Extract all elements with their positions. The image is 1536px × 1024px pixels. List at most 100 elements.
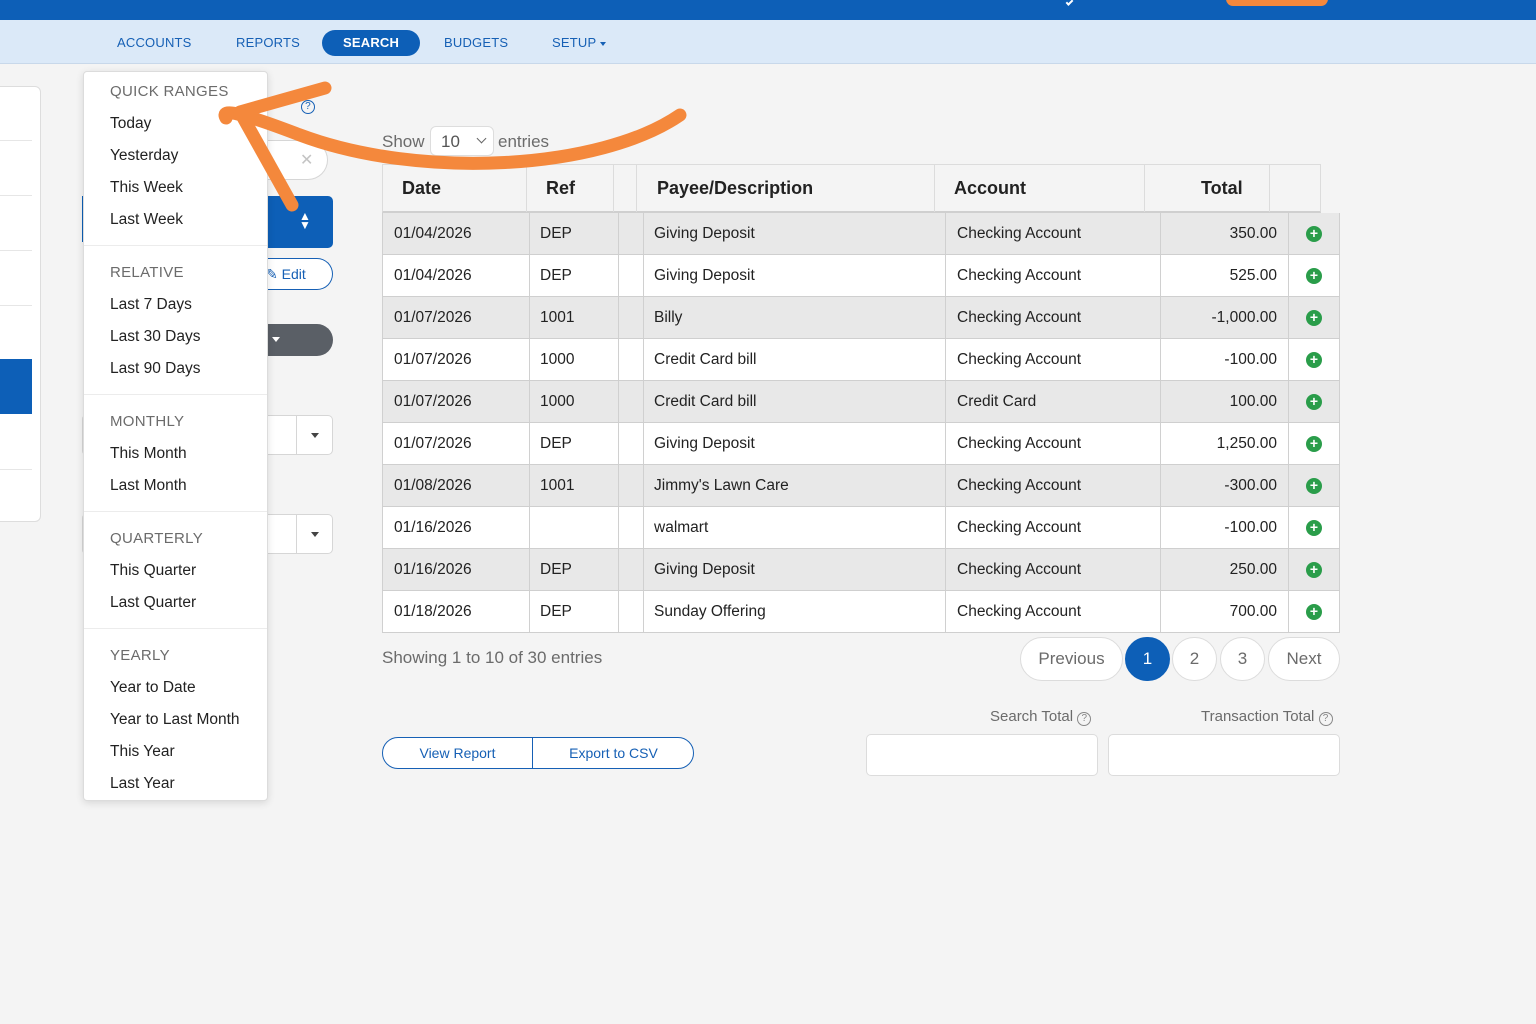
plus-circle-icon[interactable]: +: [1306, 226, 1322, 242]
search-total-label: Search Total ?: [990, 708, 1092, 726]
top-action-button[interactable]: [1226, 0, 1328, 6]
table-row[interactable]: 01/08/2026 1001 Jimmy's Lawn Care Checki…: [382, 465, 1340, 507]
cell-separator: [1288, 507, 1289, 548]
menu-item-this-month[interactable]: This Month: [110, 445, 187, 463]
table-row[interactable]: 01/07/2026 DEP Giving Deposit Checking A…: [382, 423, 1340, 465]
edit-button-label: Edit: [281, 266, 306, 282]
table-row[interactable]: 01/18/2026 DEP Sunday Offering Checking …: [382, 591, 1340, 633]
caret-down-icon: [311, 433, 319, 438]
sidebar-item-active[interactable]: [0, 359, 32, 414]
cell-separator: [618, 591, 619, 632]
plus-circle-icon[interactable]: +: [1306, 478, 1322, 494]
cell-ref: 1001: [540, 477, 575, 494]
cell-separator: [643, 465, 644, 506]
view-report-button[interactable]: View Report: [383, 738, 532, 768]
plus-circle-icon[interactable]: +: [1306, 310, 1322, 326]
plus-circle-icon[interactable]: +: [1306, 394, 1322, 410]
cell-separator: [1160, 213, 1161, 254]
column-header-ref[interactable]: Ref: [546, 165, 575, 212]
menu-item-last-30-days[interactable]: Last 30 Days: [110, 328, 200, 346]
cell-separator: [1288, 297, 1289, 338]
clear-icon[interactable]: ✕: [300, 150, 313, 170]
column-header-account[interactable]: Account: [954, 165, 1026, 212]
menu-item-last-week[interactable]: Last Week: [110, 211, 183, 229]
cell-separator: [643, 297, 644, 338]
entries-select[interactable]: 10: [430, 126, 494, 156]
cell-payee: walmart: [654, 519, 709, 536]
nav-budgets[interactable]: BUDGETS: [444, 30, 508, 56]
menu-item-this-year[interactable]: This Year: [110, 743, 175, 761]
menu-item-last-month[interactable]: Last Month: [110, 477, 187, 495]
pagination-page-2[interactable]: 2: [1172, 637, 1217, 681]
table-row[interactable]: 01/07/2026 1001 Billy Checking Account -…: [382, 297, 1340, 339]
menu-item-last-90-days[interactable]: Last 90 Days: [110, 360, 200, 378]
export-csv-button[interactable]: Export to CSV: [533, 738, 693, 768]
column-header-total[interactable]: Total: [1201, 165, 1243, 212]
pagination-next[interactable]: Next: [1268, 637, 1340, 681]
cell-ref: DEP: [540, 435, 572, 452]
entries-label: entries: [498, 132, 550, 151]
cell-total: 525.00: [1229, 267, 1277, 284]
menu-item-last-quarter[interactable]: Last Quarter: [110, 594, 196, 612]
nav-setup-label: SETUP: [552, 35, 597, 50]
help-icon[interactable]: ?: [300, 100, 315, 114]
menu-item-today[interactable]: Today: [110, 115, 151, 133]
cell-separator: [945, 465, 946, 506]
plus-circle-icon[interactable]: +: [1306, 436, 1322, 452]
column-separator: [934, 165, 935, 212]
plus-circle-icon[interactable]: +: [1306, 352, 1322, 368]
cell-separator: [529, 213, 530, 254]
menu-item-year-to-last-month[interactable]: Year to Last Month: [110, 711, 240, 729]
date-range-select[interactable]: ▲ ▼: [260, 196, 333, 248]
plus-circle-icon[interactable]: +: [1306, 604, 1322, 620]
cell-date: 01/07/2026: [394, 393, 472, 410]
cell-separator: [1288, 591, 1289, 632]
menu-item-this-week[interactable]: This Week: [110, 179, 183, 197]
cell-date: 01/04/2026: [394, 225, 472, 242]
cell-separator: [945, 213, 946, 254]
table-row[interactable]: 01/16/2026 DEP Giving Deposit Checking A…: [382, 549, 1340, 591]
chevron-down-icon[interactable]: [1065, 0, 1074, 6]
options-dropdown-button[interactable]: [258, 324, 333, 356]
menu-item-last-year[interactable]: Last Year: [110, 775, 175, 793]
plus-circle-icon[interactable]: +: [1306, 562, 1322, 578]
menu-item-year-to-date[interactable]: Year to Date: [110, 679, 196, 697]
table-row[interactable]: 01/07/2026 1000 Credit Card bill Checkin…: [382, 339, 1340, 381]
nav-setup[interactable]: SETUP: [552, 30, 607, 56]
cell-separator: [618, 507, 619, 548]
search-input[interactable]: ✕: [266, 140, 328, 180]
table-row[interactable]: 01/16/2026 walmart Checking Account -100…: [382, 507, 1340, 549]
help-icon[interactable]: ?: [1318, 712, 1333, 726]
cell-separator: [945, 381, 946, 422]
menu-item-yesterday[interactable]: Yesterday: [110, 147, 178, 165]
column-header-payee[interactable]: Payee/Description: [657, 165, 813, 212]
plus-circle-icon[interactable]: +: [1306, 520, 1322, 536]
nav-accounts[interactable]: ACCOUNTS: [117, 30, 192, 56]
cell-account: Checking Account: [957, 351, 1082, 368]
edit-button[interactable]: ✎ Edit: [258, 258, 333, 290]
help-icon[interactable]: ?: [1077, 712, 1092, 726]
table-row[interactable]: 01/07/2026 1000 Credit Card bill Credit …: [382, 381, 1340, 423]
plus-circle-icon[interactable]: +: [1306, 268, 1322, 284]
menu-item-last-7-days[interactable]: Last 7 Days: [110, 296, 192, 314]
pagination-page-1[interactable]: 1: [1125, 637, 1170, 681]
section-header-quick-ranges: QUICK RANGES: [110, 83, 229, 100]
column-separator: [1144, 165, 1145, 212]
menu-item-this-quarter[interactable]: This Quarter: [110, 562, 196, 580]
category-select[interactable]: [258, 514, 333, 554]
table-row[interactable]: 01/04/2026 DEP Giving Deposit Checking A…: [382, 213, 1340, 255]
cell-total: 250.00: [1229, 561, 1277, 578]
nav-reports[interactable]: REPORTS: [236, 30, 300, 56]
column-header-date[interactable]: Date: [402, 165, 441, 212]
search-total-field: [866, 734, 1098, 776]
cell-separator: [1160, 591, 1161, 632]
cell-separator: [529, 255, 530, 296]
transaction-total-field: [1108, 734, 1340, 776]
pagination-previous[interactable]: Previous: [1020, 637, 1123, 681]
sidebar-divider: [0, 250, 32, 251]
nav-search[interactable]: SEARCH: [322, 30, 421, 56]
account-select[interactable]: [258, 415, 333, 455]
pagination-page-3[interactable]: 3: [1220, 637, 1265, 681]
cell-separator: [1160, 297, 1161, 338]
table-row[interactable]: 01/04/2026 DEP Giving Deposit Checking A…: [382, 255, 1340, 297]
